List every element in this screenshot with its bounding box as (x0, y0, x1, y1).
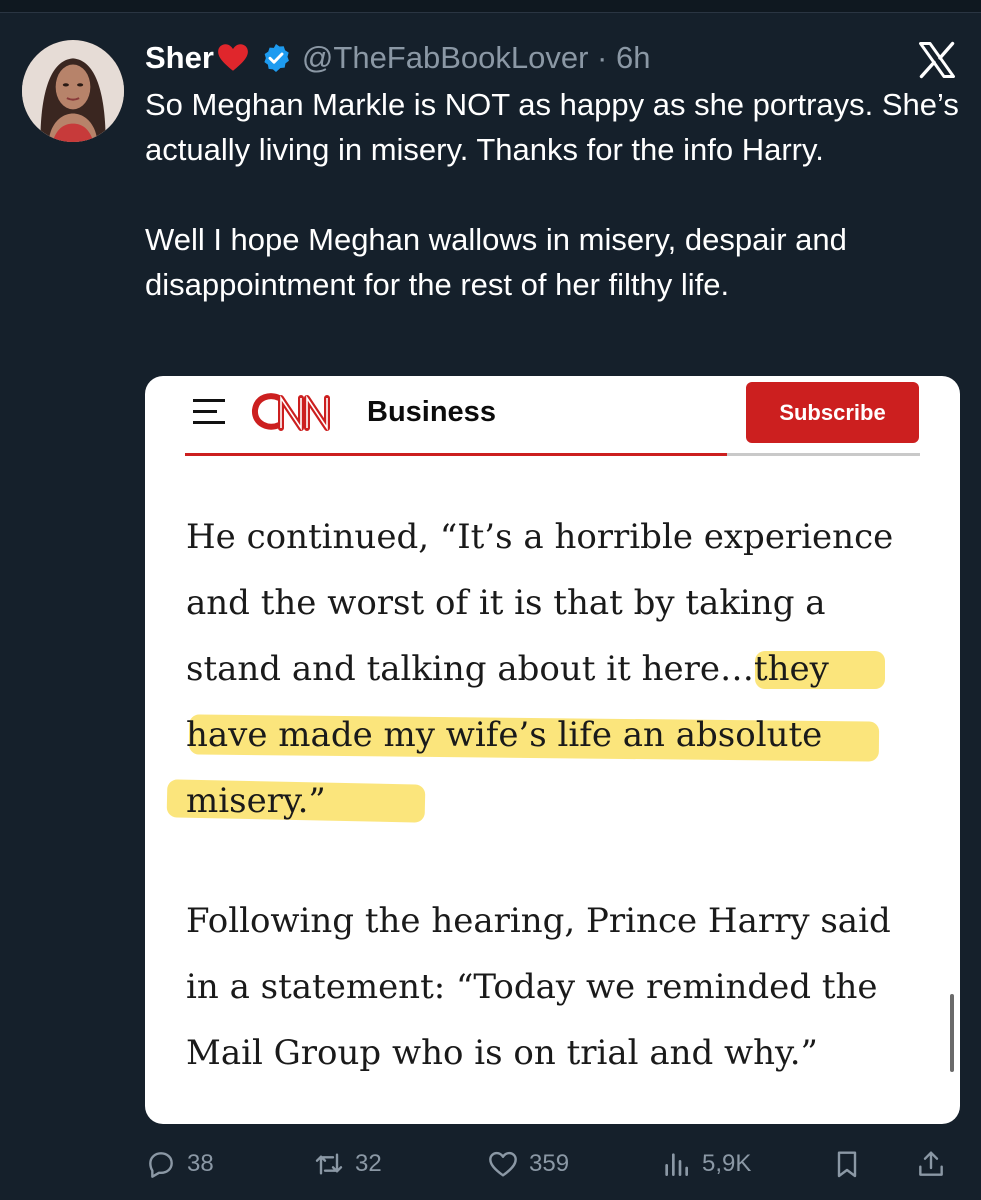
cnn-logo-icon[interactable] (249, 390, 357, 434)
repost-button[interactable]: 32 (313, 1140, 382, 1188)
heart-emoji-icon (216, 41, 250, 75)
reply-count: 38 (187, 1150, 214, 1177)
like-icon (489, 1151, 517, 1177)
section-title[interactable]: Business (367, 396, 496, 429)
views-count: 5,9K (702, 1150, 752, 1177)
scrollbar[interactable] (950, 994, 954, 1072)
like-count: 359 (529, 1150, 570, 1177)
article-paragraph: He continued, “It’s a horrible experienc… (186, 504, 946, 834)
top-divider (0, 0, 981, 13)
subscribe-button[interactable]: Subscribe (746, 382, 919, 443)
tweet-text: So Meghan Markle is NOT as happy as she … (145, 87, 959, 302)
menu-icon[interactable] (191, 394, 227, 430)
paragraph-line: He continued, “It’s a horrible experienc… (186, 517, 894, 557)
author-handle-time[interactable]: @TheFabBookLover · 6h (302, 40, 651, 76)
avatar[interactable] (22, 40, 124, 142)
paragraph-line: in a statement: “Today we reminded the (186, 967, 878, 1007)
paragraph-line: have made my wife’s life an absolute (186, 715, 823, 755)
reply-button[interactable]: 38 (145, 1140, 214, 1188)
x-logo-icon[interactable] (915, 38, 959, 82)
share-icon (919, 1151, 943, 1176)
like-button[interactable]: 359 (487, 1140, 569, 1188)
repost-count: 32 (355, 1150, 382, 1177)
paragraph-line: stand and talking about it here…they (186, 649, 829, 689)
header-rule-accent (185, 453, 727, 456)
repost-icon (315, 1153, 343, 1175)
share-button[interactable] (915, 1140, 957, 1188)
article-screenshot-card[interactable]: Business Subscribe He continued, “It’s a… (145, 376, 960, 1124)
paragraph-line: Following the hearing, Prince Harry said (186, 901, 891, 941)
paragraph-line: Mail Group who is on trial and why.” (186, 1033, 818, 1073)
views-icon (665, 1153, 688, 1176)
reply-icon (149, 1152, 173, 1178)
tweet-header: Sher @TheFabBookLover · 6h (145, 38, 650, 78)
views-button[interactable]: 5,9K (660, 1140, 751, 1188)
verified-badge-icon[interactable] (260, 42, 292, 74)
bookmark-icon (837, 1151, 857, 1178)
paragraph-line: misery.” (186, 781, 326, 821)
tweet-actions: 38 32 359 5,9K (145, 1140, 965, 1188)
author-name[interactable]: Sher (145, 40, 214, 76)
bookmark-button[interactable] (831, 1140, 873, 1188)
article-paragraph: Following the hearing, Prince Harry said… (186, 888, 946, 1086)
paragraph-line: and the worst of it is that by taking a (186, 583, 826, 623)
